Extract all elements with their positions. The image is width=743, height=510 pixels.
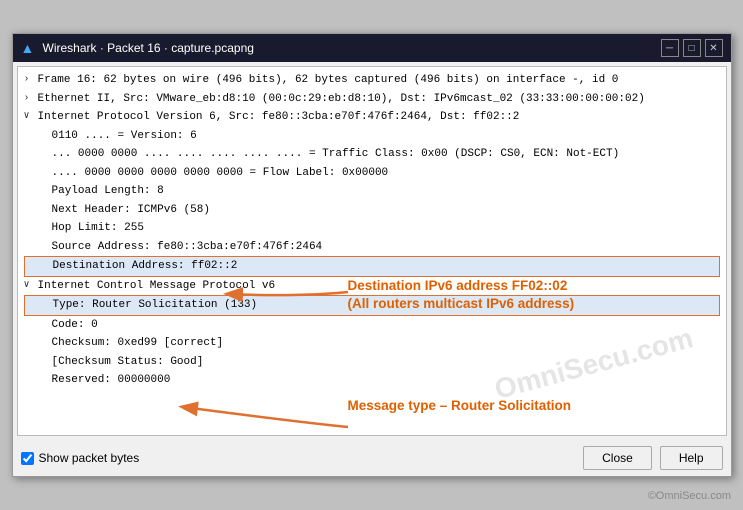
footer: Show packet bytes Close Help [13,440,731,476]
type-annotation: Message type – Router Solicitation [348,397,628,415]
titlebar-left: ▲ Wireshark · Packet 16 · capture.pcapng [21,40,254,56]
checksum-status-row: [Checksum Status: Good] [24,353,720,372]
version-row: 0110 .... = Version: 6 [24,127,720,146]
version-text: 0110 .... = Version: 6 [52,128,197,145]
flow-label-row: .... 0000 0000 0000 0000 0000 = Flow Lab… [24,164,720,183]
next-header-row: Next Header: ICMPv6 (58) [24,201,720,220]
frame-row[interactable]: › Frame 16: 62 bytes on wire (496 bits),… [24,71,720,90]
close-button[interactable]: ✕ [705,39,723,57]
icmpv6-toggle[interactable]: ∨ [24,278,38,293]
checksum-text: Checksum: 0xed99 [correct] [52,335,224,352]
ipv6-row[interactable]: ∨ Internet Protocol Version 6, Src: fe80… [24,108,720,127]
hop-limit-row: Hop Limit: 255 [24,219,720,238]
traffic-class-row: ... 0000 0000 .... .... .... .... .... =… [24,145,720,164]
help-button[interactable]: Help [660,446,723,470]
close-button[interactable]: Close [583,446,652,470]
main-window: ▲ Wireshark · Packet 16 · capture.pcapng… [12,33,732,477]
icmpv6-text: Internet Control Message Protocol v6 [38,278,276,295]
packet-detail-panel: › Frame 16: 62 bytes on wire (496 bits),… [17,66,727,436]
src-addr-text: Source Address: fe80::3cba:e70f:476f:246… [52,239,323,256]
reserved-text: Reserved: 00000000 [52,372,171,389]
window-title: Wireshark · Packet 16 · capture.pcapng [43,41,254,55]
checksum-status-text: [Checksum Status: Good] [52,354,204,371]
payload-len-row: Payload Length: 8 [24,182,720,201]
ethernet-text: Ethernet II, Src: VMware_eb:d8:10 (00:0c… [38,91,645,108]
fl-toggle [38,165,52,180]
app-icon: ▲ [21,40,37,56]
frame-toggle[interactable]: › [24,72,38,87]
dst-addr-text: Destination Address: ff02::2 [53,258,238,275]
version-toggle [38,128,52,143]
bottom-watermark: ©OmniSecu.com [648,490,731,502]
type-text: Type: Router Solicitation (133) [53,297,258,314]
show-bytes-checkbox[interactable] [21,452,34,465]
fl-text: .... 0000 0000 0000 0000 0000 = Flow Lab… [52,165,389,182]
ipv6-toggle[interactable]: ∨ [24,109,38,124]
ethernet-toggle[interactable]: › [24,91,38,106]
next-header-text: Next Header: ICMPv6 (58) [52,202,210,219]
ipv6-text: Internet Protocol Version 6, Src: fe80::… [38,109,520,126]
code-text: Code: 0 [52,317,98,334]
src-addr-row: Source Address: fe80::3cba:e70f:476f:246… [24,238,720,257]
maximize-button[interactable]: □ [683,39,701,57]
dst-addr-row[interactable]: Destination Address: ff02::2 [24,256,720,277]
hop-limit-text: Hop Limit: 255 [52,220,144,237]
frame-text: Frame 16: 62 bytes on wire (496 bits), 6… [38,72,619,89]
titlebar-buttons: ─ □ ✕ [661,39,723,57]
tc-text: ... 0000 0000 .... .... .... .... .... =… [52,146,620,163]
ethernet-row[interactable]: › Ethernet II, Src: VMware_eb:d8:10 (00:… [24,90,720,109]
type-annotation-label: Message type – Router Solicitation [348,398,572,413]
code-row: Code: 0 [24,316,720,335]
dest-annotation: Destination IPv6 address FF02::02 (All r… [348,277,668,312]
dest-annotation-title: Destination IPv6 address FF02::02 [348,278,568,293]
footer-buttons: Close Help [583,446,722,470]
show-bytes-checkbox-area[interactable]: Show packet bytes [21,451,140,465]
checksum-row: Checksum: 0xed99 [correct] [24,334,720,353]
reserved-row: Reserved: 00000000 [24,371,720,390]
titlebar: ▲ Wireshark · Packet 16 · capture.pcapng… [13,34,731,62]
tc-toggle [38,146,52,161]
show-bytes-label: Show packet bytes [39,451,140,465]
minimize-button[interactable]: ─ [661,39,679,57]
dest-annotation-subtitle: (All routers multicast IPv6 address) [348,296,575,311]
payload-len-text: Payload Length: 8 [52,183,164,200]
